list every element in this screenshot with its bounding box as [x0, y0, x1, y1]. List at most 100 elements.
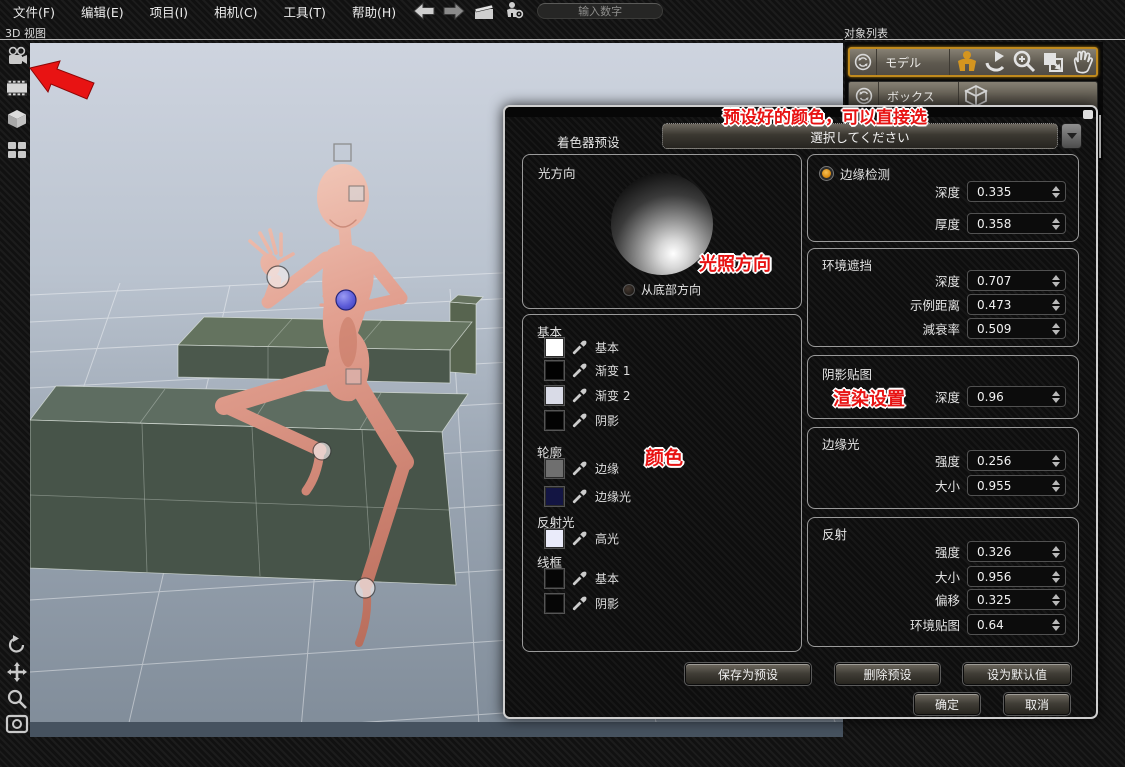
- light-bottom-radio-row[interactable]: 从底部方向: [623, 281, 701, 298]
- color-swatch[interactable]: [545, 386, 564, 405]
- red-arrow-annotation: [25, 52, 103, 108]
- pose-person-icon[interactable]: [501, 0, 527, 22]
- pan-icon[interactable]: [5, 660, 29, 684]
- color-row: 阴影: [545, 593, 619, 613]
- ao-attenuation-spinner[interactable]: 0.509: [967, 318, 1066, 339]
- spinner-up-icon[interactable]: [1052, 218, 1060, 223]
- sync-icon[interactable]: [850, 49, 877, 75]
- spinner-up-icon[interactable]: [1052, 323, 1060, 328]
- depth-spinner[interactable]: 0.335: [967, 181, 1066, 202]
- rotate-view-icon[interactable]: [5, 633, 29, 657]
- spinner-down-icon[interactable]: [1052, 578, 1060, 583]
- shadow-depth-spinner[interactable]: 0.96: [967, 386, 1066, 407]
- menu-bar: 文件(F) 编辑(E) 项目(I) 相机(C) 工具(T) 帮助(H) 输入数字: [0, 0, 1125, 22]
- eyedropper-icon[interactable]: [571, 460, 588, 477]
- menu-file[interactable]: 文件(F): [0, 0, 68, 24]
- env-map-spinner[interactable]: 0.64: [967, 614, 1066, 635]
- set-default-button[interactable]: 设为默认值: [963, 663, 1071, 685]
- eyedropper-icon[interactable]: [571, 412, 588, 429]
- spinner-up-icon[interactable]: [1052, 619, 1060, 624]
- menu-help[interactable]: 帮助(H): [339, 0, 409, 24]
- menu-project[interactable]: 项目(I): [137, 0, 201, 24]
- reflect-offset-spinner[interactable]: 0.325: [967, 589, 1066, 610]
- reflect-size-spinner[interactable]: 0.956: [967, 566, 1066, 587]
- delete-preset-button[interactable]: 删除预设: [835, 663, 940, 685]
- light-direction-sphere[interactable]: [611, 173, 713, 275]
- ok-button[interactable]: 确定: [914, 693, 980, 715]
- field-row: 減衰率 0.509: [808, 318, 1078, 339]
- spinner-up-icon[interactable]: [1052, 594, 1060, 599]
- menu-camera[interactable]: 相机(C): [201, 0, 270, 24]
- rim-size-spinner[interactable]: 0.955: [967, 475, 1066, 496]
- spinner-down-icon[interactable]: [1052, 282, 1060, 287]
- spinner-down-icon[interactable]: [1052, 330, 1060, 335]
- spinner-down-icon[interactable]: [1052, 193, 1060, 198]
- zoom-tool-icon[interactable]: [1011, 49, 1038, 75]
- object-list-title-rule: [845, 39, 1125, 40]
- color-swatch[interactable]: [545, 529, 564, 548]
- model-person-icon[interactable]: [954, 49, 980, 75]
- eyedropper-icon[interactable]: [571, 570, 588, 587]
- color-swatch[interactable]: [545, 594, 564, 613]
- cube-icon[interactable]: [5, 107, 29, 131]
- color-swatch[interactable]: [545, 361, 564, 380]
- object-list-scrollbar[interactable]: [1099, 115, 1101, 158]
- camera-frame-icon[interactable]: [5, 712, 29, 736]
- eyedropper-icon[interactable]: [571, 488, 588, 505]
- number-input[interactable]: 输入数字: [537, 3, 663, 19]
- spinner-up-icon[interactable]: [1052, 299, 1060, 304]
- clapperboard-icon[interactable]: [471, 0, 497, 22]
- cancel-button[interactable]: 取消: [1004, 693, 1070, 715]
- layout-icon[interactable]: [5, 138, 29, 162]
- forward-icon[interactable]: [441, 0, 467, 22]
- spinner-down-icon[interactable]: [1052, 487, 1060, 492]
- back-icon[interactable]: [411, 0, 437, 22]
- field-row: 强度 0.326: [808, 541, 1078, 562]
- preset-dropdown-button[interactable]: [1061, 123, 1082, 149]
- spinner-up-icon[interactable]: [1052, 546, 1060, 551]
- spinner-down-icon[interactable]: [1052, 306, 1060, 311]
- spinner-up-icon[interactable]: [1052, 571, 1060, 576]
- zoom-icon[interactable]: [5, 687, 29, 711]
- eyedropper-icon[interactable]: [571, 339, 588, 356]
- menu-tools[interactable]: 工具(T): [271, 0, 339, 24]
- duplicate-tool-icon[interactable]: [1040, 49, 1067, 75]
- color-swatch[interactable]: [545, 487, 564, 506]
- object-row-model[interactable]: モデル: [848, 47, 1098, 77]
- menu-edit[interactable]: 编辑(E): [68, 0, 137, 24]
- shader-preset-dialog: 着色器预设 選択してください 光方向 从底部方向 基本 基本 渐变 1 渐变 2: [503, 105, 1098, 719]
- color-swatch[interactable]: [545, 338, 564, 357]
- spinner-up-icon[interactable]: [1052, 275, 1060, 280]
- thickness-spinner[interactable]: 0.358: [967, 213, 1066, 234]
- radio-icon[interactable]: [623, 284, 635, 296]
- spinner-down-icon[interactable]: [1052, 462, 1060, 467]
- rim-strength-spinner[interactable]: 0.256: [967, 450, 1066, 471]
- color-swatch[interactable]: [545, 569, 564, 588]
- spinner-down-icon[interactable]: [1052, 601, 1060, 606]
- spinner-up-icon[interactable]: [1052, 455, 1060, 460]
- field-row: 深度 0.707: [808, 270, 1078, 291]
- spinner-up-icon[interactable]: [1052, 480, 1060, 485]
- reflect-strength-spinner[interactable]: 0.326: [967, 541, 1066, 562]
- spinner-down-icon[interactable]: [1052, 398, 1060, 403]
- color-row: 基本: [545, 337, 619, 357]
- spinner-up-icon[interactable]: [1052, 391, 1060, 396]
- eyedropper-icon[interactable]: [571, 387, 588, 404]
- color-swatch[interactable]: [545, 411, 564, 430]
- eyedropper-icon[interactable]: [571, 595, 588, 612]
- rotate-tool-icon[interactable]: [982, 49, 1009, 75]
- spinner-down-icon[interactable]: [1052, 225, 1060, 230]
- eyedropper-icon[interactable]: [571, 362, 588, 379]
- object-row-label: モデル: [877, 49, 950, 75]
- ao-depth-spinner[interactable]: 0.707: [967, 270, 1066, 291]
- radio-on-icon[interactable]: [820, 167, 833, 180]
- spinner-down-icon[interactable]: [1052, 553, 1060, 558]
- hand-tool-icon[interactable]: [1069, 49, 1096, 75]
- spinner-up-icon[interactable]: [1052, 186, 1060, 191]
- spinner-down-icon[interactable]: [1052, 626, 1060, 631]
- eyedropper-icon[interactable]: [571, 530, 588, 547]
- ao-sample-distance-spinner[interactable]: 0.473: [967, 294, 1066, 315]
- dialog-close-button[interactable]: [1083, 110, 1093, 119]
- color-swatch[interactable]: [545, 459, 564, 478]
- save-preset-button[interactable]: 保存为预设: [685, 663, 811, 685]
